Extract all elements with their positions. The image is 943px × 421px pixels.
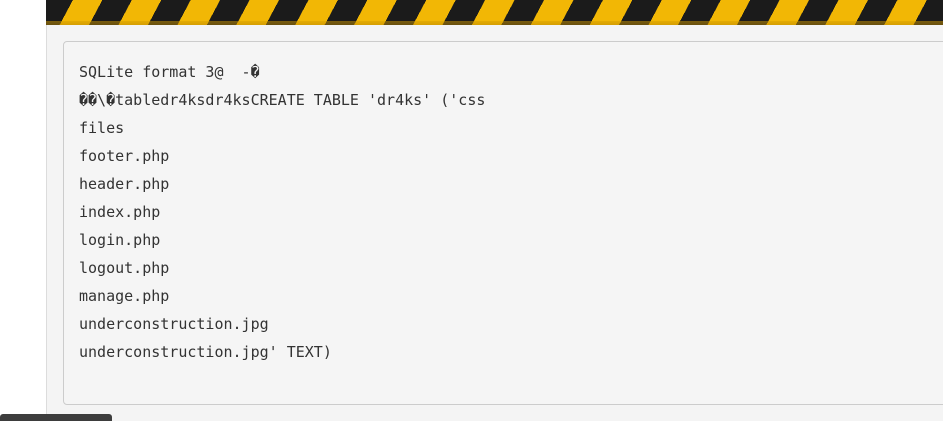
hazard-stripe-banner bbox=[46, 0, 943, 25]
code-line: index.php bbox=[79, 203, 161, 221]
code-line: files bbox=[79, 119, 125, 137]
code-line: manage.php bbox=[79, 287, 170, 305]
code-line: login.php bbox=[79, 231, 161, 249]
code-line: underconstruction.jpg' TEXT) bbox=[79, 343, 332, 361]
code-line: logout.php bbox=[79, 259, 170, 277]
page-body: SQLite format 3@ -� ��\�tabledr4ksdr4ksCR… bbox=[0, 0, 943, 421]
code-line: ��\�tabledr4ksdr4ksCREATE TABLE 'dr4ks' … bbox=[79, 91, 486, 109]
file-content-box: SQLite format 3@ -� ��\�tabledr4ksdr4ksCR… bbox=[63, 41, 943, 405]
code-line: header.php bbox=[79, 175, 170, 193]
bottom-tab-edge[interactable] bbox=[0, 414, 112, 421]
code-line: underconstruction.jpg bbox=[79, 315, 269, 333]
code-line: footer.php bbox=[79, 147, 170, 165]
code-line: SQLite format 3@ -� bbox=[79, 63, 260, 81]
